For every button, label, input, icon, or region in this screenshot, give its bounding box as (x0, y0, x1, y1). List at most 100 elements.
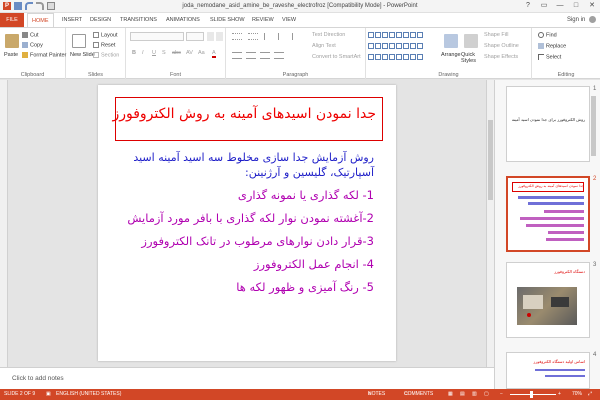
spellcheck-icon[interactable]: ▣ (46, 389, 51, 400)
shape-item[interactable] (403, 32, 409, 38)
shape-item[interactable] (396, 54, 402, 60)
line-spacing-icon[interactable] (292, 33, 301, 40)
zoom-level[interactable]: 70% (572, 389, 582, 400)
slide-title-box[interactable]: جدا نمودن اسیدهای آمینه به روش الکتروفور… (112, 97, 383, 141)
justify-icon[interactable] (274, 52, 284, 59)
select-button[interactable]: Select (538, 54, 561, 60)
align-center-icon[interactable] (246, 52, 256, 59)
shape-item[interactable] (368, 32, 374, 38)
cut-button[interactable]: Cut (22, 32, 39, 38)
format-painter-button[interactable]: Format Painter (22, 52, 66, 58)
shape-item[interactable] (417, 54, 423, 60)
font-name-dropdown[interactable] (130, 32, 184, 41)
arrange-icon[interactable] (444, 34, 458, 48)
thumbnail-frame-active[interactable]: جدا نمودن اسیدهای آمینه به روش الکتروفور… (506, 176, 590, 252)
thumbnail-frame[interactable]: اساس اولیه دستگاه الکتروفورز (506, 352, 590, 389)
maximize-button[interactable]: □ (568, 0, 584, 12)
shape-item[interactable] (389, 43, 395, 49)
shape-item[interactable] (375, 32, 381, 38)
zoom-in-button[interactable]: + (558, 389, 561, 400)
font-color-button[interactable]: A (212, 50, 216, 58)
thumbnail-frame[interactable]: روش الکتروفورز برای جدا نمودن اسید آمینه (506, 86, 590, 162)
reading-view-icon[interactable]: ▥ (472, 389, 477, 400)
slide-scrollbar-thumb[interactable] (488, 120, 493, 200)
shape-outline-button[interactable]: Shape Outline (484, 43, 519, 49)
quick-styles-button[interactable]: Quick Styles (461, 52, 483, 64)
zoom-slider[interactable] (510, 394, 556, 395)
tab-transitions[interactable]: TRANSITIONS (116, 13, 161, 27)
shape-item[interactable] (375, 54, 381, 60)
slide-sorter-icon[interactable]: ▤ (460, 389, 465, 400)
zoom-slider-handle[interactable] (530, 391, 533, 398)
shape-item[interactable] (410, 32, 416, 38)
shape-effects-button[interactable]: Shape Effects (484, 54, 518, 60)
tab-file[interactable]: FILE (0, 13, 24, 27)
shape-item[interactable] (417, 43, 423, 49)
decrease-indent-icon[interactable] (264, 33, 273, 40)
slide-scrollbar[interactable] (486, 80, 494, 367)
find-button[interactable]: Find (538, 32, 557, 38)
slideshow-view-icon[interactable]: ▢ (484, 389, 489, 400)
shape-item[interactable] (368, 43, 374, 49)
thumbnail-frame[interactable]: دستگاه الکتروفورز (506, 262, 590, 338)
tab-view[interactable]: VIEW (278, 13, 300, 27)
tab-insert[interactable]: INSERT (58, 13, 86, 27)
shadow-button[interactable]: S (162, 50, 166, 56)
notes-pane[interactable]: Click to add notes (0, 367, 494, 389)
tab-animations[interactable]: ANIMATIONS (162, 13, 204, 27)
fit-to-window-icon[interactable]: ⤢ (588, 389, 592, 400)
strikethrough-button[interactable]: abc (172, 50, 181, 56)
shape-item[interactable] (410, 54, 416, 60)
italic-button[interactable]: I (142, 50, 144, 56)
quick-styles-icon[interactable] (464, 34, 478, 48)
shape-item[interactable] (417, 32, 423, 38)
zoom-out-button[interactable]: − (500, 389, 503, 400)
paste-icon[interactable] (5, 34, 19, 48)
char-spacing-button[interactable]: AV (186, 50, 193, 56)
close-button[interactable]: ✕ (584, 0, 600, 12)
align-right-icon[interactable] (260, 52, 270, 59)
bullets-icon[interactable] (232, 33, 242, 40)
bold-button[interactable]: B (132, 50, 136, 56)
change-case-button[interactable]: Aa (198, 50, 205, 56)
new-slide-button[interactable]: New Slide (70, 52, 95, 58)
thumbnails-scrollbar-thumb[interactable] (591, 96, 596, 156)
align-text-button[interactable]: Align Text (312, 43, 336, 49)
paste-button[interactable]: Paste (4, 52, 18, 58)
collapsed-outline-pane[interactable] (0, 80, 8, 367)
convert-smartart-button[interactable]: Convert to SmartArt (312, 54, 361, 60)
grow-font-icon[interactable] (207, 32, 214, 41)
tab-home[interactable]: HOME (27, 13, 54, 27)
replace-button[interactable]: Replace (538, 43, 566, 49)
layout-button[interactable]: Layout (93, 32, 118, 38)
shape-item[interactable] (382, 43, 388, 49)
new-slide-icon[interactable] (72, 34, 86, 48)
current-slide[interactable]: جدا نمودن اسیدهای آمینه به روش الکتروفور… (98, 85, 396, 361)
thumbnails-scrollbar[interactable] (590, 84, 597, 384)
shape-item[interactable] (375, 43, 381, 49)
shape-item[interactable] (396, 32, 402, 38)
help-button[interactable]: ? (520, 0, 536, 12)
tab-review[interactable]: REVIEW (248, 13, 278, 27)
align-left-icon[interactable] (232, 52, 242, 59)
section-button[interactable]: Section (93, 52, 119, 58)
shape-fill-button[interactable]: Shape Fill (484, 32, 508, 38)
shape-item[interactable] (389, 32, 395, 38)
numbering-icon[interactable] (248, 33, 258, 40)
shape-item[interactable] (382, 32, 388, 38)
arrange-button[interactable]: Arrange (441, 52, 461, 58)
shape-item[interactable] (368, 54, 374, 60)
copy-button[interactable]: Copy (22, 42, 43, 48)
shape-item[interactable] (403, 43, 409, 49)
tab-slide-show[interactable]: SLIDE SHOW (206, 13, 249, 27)
reset-button[interactable]: Reset (93, 42, 115, 48)
tab-design[interactable]: DESIGN (86, 13, 115, 27)
shape-item[interactable] (389, 54, 395, 60)
text-direction-button[interactable]: Text Direction (312, 32, 345, 38)
shapes-gallery[interactable] (368, 32, 423, 64)
normal-view-icon[interactable]: ▦ (448, 389, 453, 400)
ribbon-display-icon[interactable]: ▭ (536, 0, 552, 12)
shape-item[interactable] (403, 54, 409, 60)
minimize-button[interactable]: — (552, 0, 568, 12)
shape-item[interactable] (396, 43, 402, 49)
